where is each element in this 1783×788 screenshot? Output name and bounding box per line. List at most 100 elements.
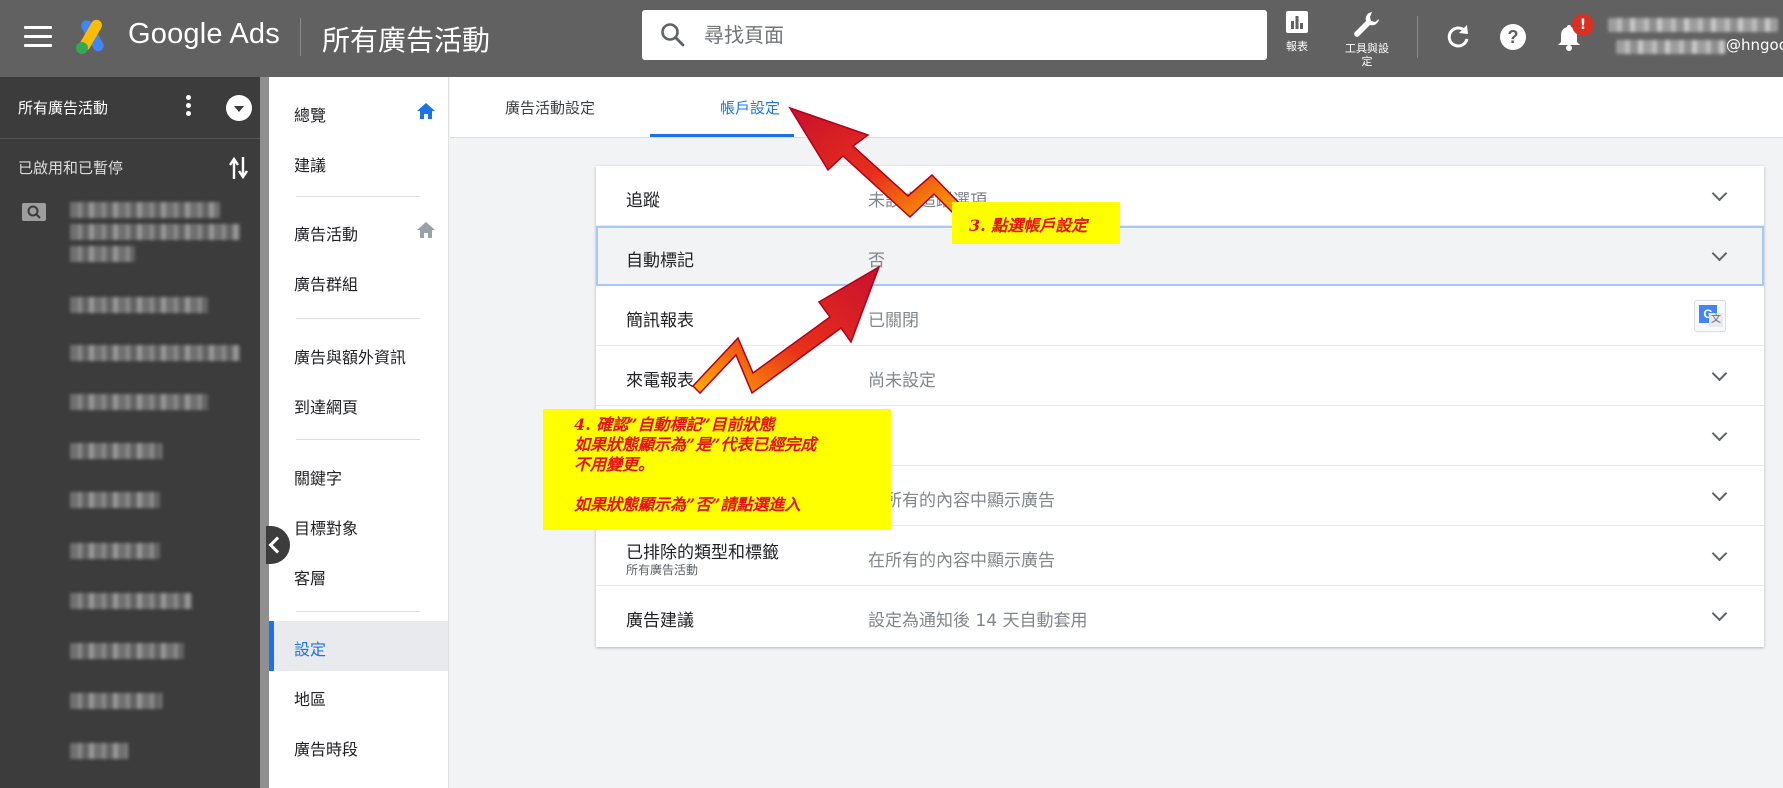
translate-icon[interactable]: G文 [1694, 300, 1726, 332]
header-divider [300, 18, 301, 56]
panel-divider [0, 138, 260, 139]
annotation-step-4-line3: 不用變更。 [574, 455, 655, 474]
setting-label: 來電報表 [626, 371, 694, 391]
setting-row-call-reporting[interactable]: 來電報表 尚未設定 [596, 346, 1764, 406]
menu-item-ad-schedule[interactable]: 廣告時段 [294, 736, 358, 760]
setting-value: 已關閉 [868, 311, 919, 331]
campaign-item-redacted[interactable] [70, 693, 162, 709]
settings-tabs: 廣告活動設定 帳戶設定 [450, 77, 1783, 138]
account-email-redacted [1616, 40, 1726, 54]
account-name-redacted [1608, 18, 1778, 32]
menu-item-landing-pages[interactable]: 到達網頁 [294, 394, 358, 418]
menu-item-demographics[interactable]: 客層 [294, 565, 326, 589]
panel-scrollbar[interactable] [260, 77, 269, 788]
setting-label: 簡訊報表 [626, 311, 694, 331]
tools-settings-button[interactable]: 工具與設 定 [1336, 10, 1398, 68]
setting-value: 設定為通知後 14 天自動套用 [868, 611, 1088, 631]
campaign-item-redacted[interactable] [70, 643, 184, 659]
campaign-item-redacted[interactable] [70, 345, 240, 361]
sort-icon[interactable] [228, 155, 250, 181]
help-icon[interactable]: ? [1498, 22, 1528, 52]
account-switcher[interactable]: @hngoo [1608, 14, 1783, 60]
campaign-item-redacted[interactable] [70, 492, 160, 508]
setting-row-ad-suggestions[interactable]: 廣告建議 設定為通知後 14 天自動套用 [596, 586, 1764, 646]
chevron-down-icon [1710, 546, 1730, 566]
setting-value: 尚未設定 [868, 371, 936, 391]
annotation-step-3: 3. 點選帳戶設定 [952, 202, 1120, 244]
menu-divider [296, 196, 420, 197]
reports-button[interactable]: 報表 [1278, 10, 1316, 54]
reports-label: 報表 [1286, 40, 1308, 53]
tab-account-settings[interactable]: 帳戶設定 [720, 97, 780, 118]
chevron-down-icon [1710, 246, 1730, 266]
setting-value: 在所有的內容中顯示廣告 [868, 491, 1055, 511]
menu-divider [296, 318, 420, 319]
menu-item-ads-extensions[interactable]: 廣告與額外資訊 [294, 344, 406, 368]
tools-label-line1: 工具與設 [1345, 42, 1389, 55]
campaign-item-redacted [70, 246, 135, 262]
header-divider-2 [1417, 16, 1418, 58]
page-menu: 總覽 建議 廣告活動 廣告群組 廣告與額外資訊 到達網頁 關鍵字 目標對象 客層… [269, 77, 449, 788]
svg-text:?: ? [1508, 27, 1519, 47]
notification-badge: ! [1572, 14, 1594, 36]
search-icon [661, 23, 685, 47]
status-filter-label[interactable]: 已啟用和已暫停 [18, 157, 123, 178]
wrench-icon [1354, 12, 1379, 37]
annotation-step-4: 4. 確認”自動標記”目前狀態 如果狀態顯示為”是”代表已經完成 不用變更。 如… [543, 409, 891, 530]
setting-value: 在所有的內容中顯示廣告 [868, 551, 1055, 571]
setting-sublabel: 所有廣告活動 [626, 563, 699, 577]
chevron-down-icon [1710, 186, 1730, 206]
setting-label: 已排除的類型和標籤 [626, 543, 779, 563]
annotation-step-4-line1: 4. 確認”自動標記”目前狀態 [574, 415, 775, 434]
menu-item-audiences[interactable]: 目標對象 [294, 515, 358, 539]
campaign-tree-panel: 所有廣告活動 已啟用和已暫停 [0, 77, 260, 788]
menu-item-locations[interactable]: 地區 [294, 686, 326, 710]
setting-label: 自動標記 [626, 251, 694, 271]
scope-title: 所有廣告活動 [18, 99, 109, 117]
account-settings-card: 追蹤 未設定追蹤選項 自動標記 否 簡訊報表 已關閉 G文 來電報表 尚未設定 … [596, 166, 1764, 647]
more-options-icon[interactable] [184, 95, 192, 119]
campaign-item-redacted[interactable] [70, 394, 208, 410]
menu-item-campaigns[interactable]: 廣告活動 [294, 221, 358, 245]
annotation-step-4-line2: 如果狀態顯示為”是”代表已經完成 [574, 435, 817, 454]
menu-item-keywords[interactable]: 關鍵字 [294, 465, 342, 489]
search-input[interactable] [704, 20, 1244, 50]
campaign-search-icon[interactable] [22, 203, 46, 221]
campaign-item-redacted[interactable] [70, 543, 160, 559]
setting-row-excluded-types[interactable]: 已排除的類型和標籤 所有廣告活動 在所有的內容中顯示廣告 [596, 526, 1764, 586]
chevron-down-icon [1710, 366, 1730, 386]
page-title: 所有廣告活動 [322, 24, 491, 57]
home-icon [417, 222, 435, 238]
menu-item-ad-groups[interactable]: 廣告群組 [294, 271, 358, 295]
tools-label-line2: 定 [1361, 55, 1373, 68]
brand-name: Google Ads [128, 18, 280, 50]
scope-dropdown-icon[interactable] [226, 95, 252, 121]
campaign-item-redacted[interactable] [70, 297, 208, 313]
menu-item-recommendations[interactable]: 建議 [294, 152, 326, 176]
hamburger-menu-icon[interactable] [24, 26, 52, 48]
google-ads-logo [76, 19, 104, 54]
refresh-icon[interactable] [1443, 22, 1473, 52]
top-header: Google Ads 所有廣告活動 報表 工具與設 定 ? [0, 0, 1783, 77]
campaign-item-redacted[interactable] [70, 593, 192, 609]
menu-divider [296, 439, 420, 440]
account-domain: @hngoo [1726, 36, 1783, 54]
campaign-item-redacted[interactable] [70, 443, 162, 459]
campaign-item-redacted[interactable] [70, 743, 128, 759]
chevron-down-icon [1710, 606, 1730, 626]
campaign-item-redacted [70, 224, 240, 240]
chevron-down-icon [1710, 426, 1730, 446]
campaign-item-redacted[interactable] [70, 202, 220, 218]
tab-campaign-settings[interactable]: 廣告活動設定 [505, 97, 595, 118]
menu-divider [296, 611, 420, 612]
annotation-step-4-line4: 如果狀態顯示為”否”請點選進入 [574, 495, 801, 514]
active-tab-underline [650, 134, 794, 137]
chevron-down-icon [1710, 486, 1730, 506]
page-search-box[interactable] [642, 10, 1267, 60]
setting-row-sms-reporting[interactable]: 簡訊報表 已關閉 G文 [596, 286, 1764, 346]
menu-item-settings[interactable]: 設定 [294, 636, 326, 660]
menu-item-overview[interactable]: 總覽 [294, 102, 326, 126]
setting-row-auto-tagging[interactable]: 自動標記 否 [596, 226, 1764, 286]
setting-row-tracking[interactable]: 追蹤 未設定追蹤選項 [596, 166, 1764, 226]
setting-value: 否 [868, 251, 885, 271]
